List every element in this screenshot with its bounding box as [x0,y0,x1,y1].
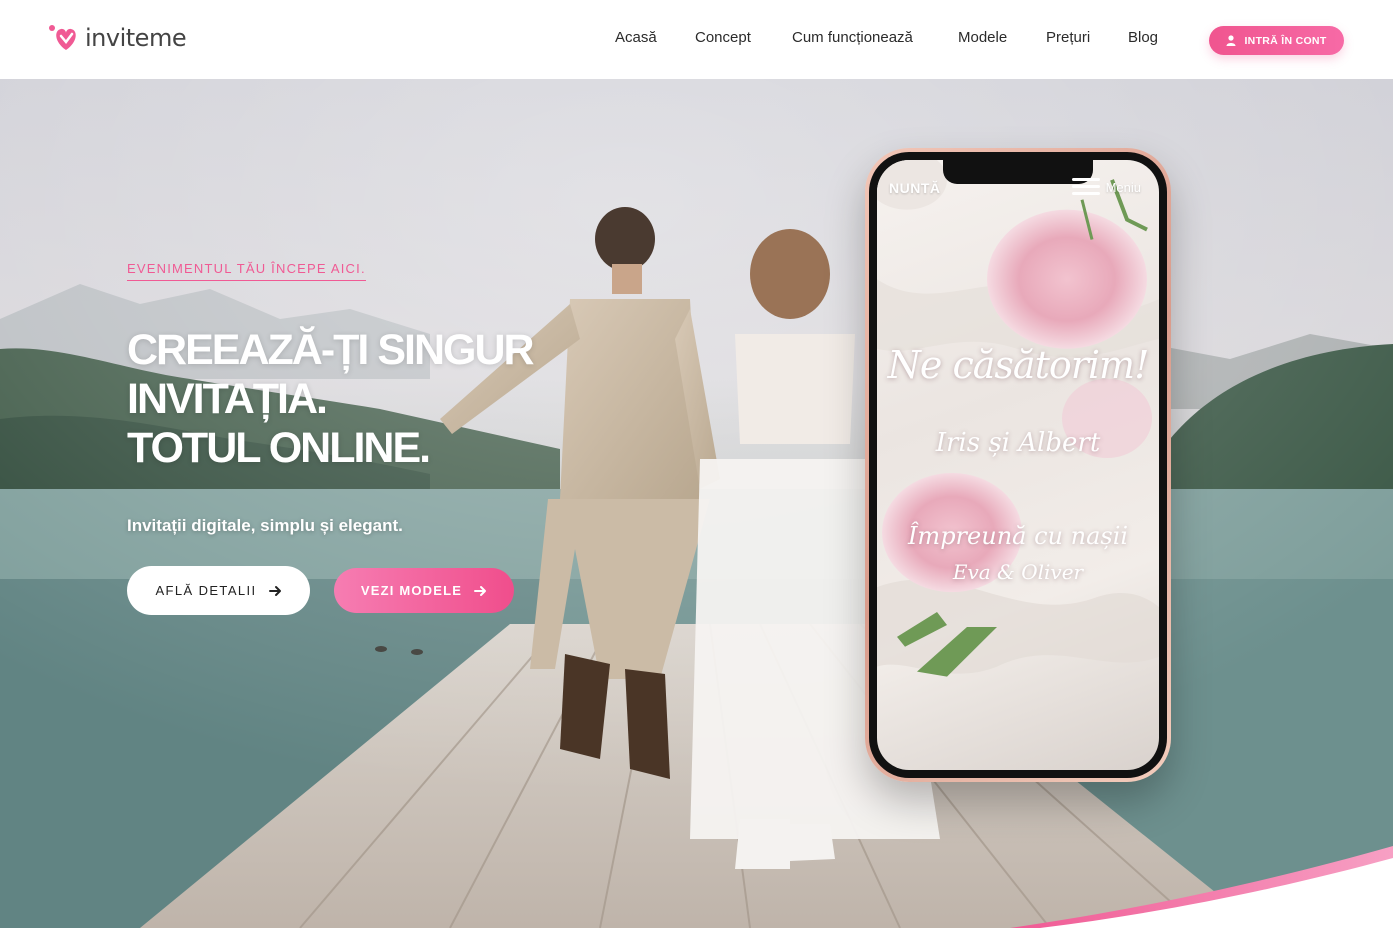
nav-item-home[interactable]: Acasă [615,29,657,46]
headline-line-3: TOTUL ONLINE. [127,424,431,472]
headline-line-2: INVITAȚIA. [127,375,328,423]
login-button-label: INTRĂ ÎN CONT [1244,34,1327,47]
hero-section: EVENIMENTUL TĂU ÎNCEPE AICI. CREEAZĂ-ȚI … [0,79,1393,928]
hero-eyebrow: EVENIMENTUL TĂU ÎNCEPE AICI. [127,261,366,281]
invitation-category: NUNTĂ [889,180,941,196]
invitation-godparents: Eva & Oliver [952,560,1084,584]
models-button[interactable]: VEZI MODELE [334,568,514,613]
hero-subtitle: Invitații digitale, simplu și elegant. [127,516,403,535]
phone-bezel: NUNTĂ Meniu Ne căsătorim! Iris și Albert… [869,152,1167,778]
login-button[interactable]: INTRĂ ÎN CONT [1209,26,1344,55]
phone-notch [943,160,1093,184]
invitation-godparents-intro: Împreună cu nașii [907,522,1129,550]
nav-item-blog[interactable]: Blog [1128,29,1158,46]
arrow-right-icon [268,585,281,596]
models-button-label: VEZI MODELE [360,583,463,598]
details-button[interactable]: AFLĂ DETALII [127,566,310,615]
nav-item-concept[interactable]: Concept [695,29,751,46]
hero-background-image [0,79,1393,928]
phone-mockup: NUNTĂ Meniu Ne căsătorim! Iris și Albert… [865,148,1171,782]
details-button-label: AFLĂ DETALII [155,583,257,598]
main-nav: Acasă Concept Cum funcționează Modele Pr… [0,29,1393,49]
bottom-wave-divider [1010,846,1393,928]
nav-item-how-it-works[interactable]: Cum funcționează [792,29,913,46]
invitation-menu[interactable]: Meniu [1071,178,1141,196]
nav-item-pricing[interactable]: Prețuri [1046,29,1090,46]
headline-line-1: CREEAZĂ-ȚI SINGUR [127,326,535,374]
nav-item-models[interactable]: Modele [958,29,1007,46]
invitation-couple: Iris și Albert [935,428,1101,458]
peony-background-image [877,160,1159,677]
invitation-title: Ne căsătorim! [887,343,1150,387]
hero-headline: CREEAZĂ-ȚI SINGUR INVITAȚIA. TOTUL ONLIN… [127,326,535,473]
phone-screen: NUNTĂ Meniu Ne căsătorim! Iris și Albert… [877,160,1159,770]
invitation-menu-label: Meniu [1105,179,1141,195]
site-header: inviteme Acasă Concept Cum funcționează … [0,0,1393,79]
user-icon [1226,35,1236,46]
arrow-right-icon [474,585,487,596]
hamburger-icon [1071,178,1100,196]
